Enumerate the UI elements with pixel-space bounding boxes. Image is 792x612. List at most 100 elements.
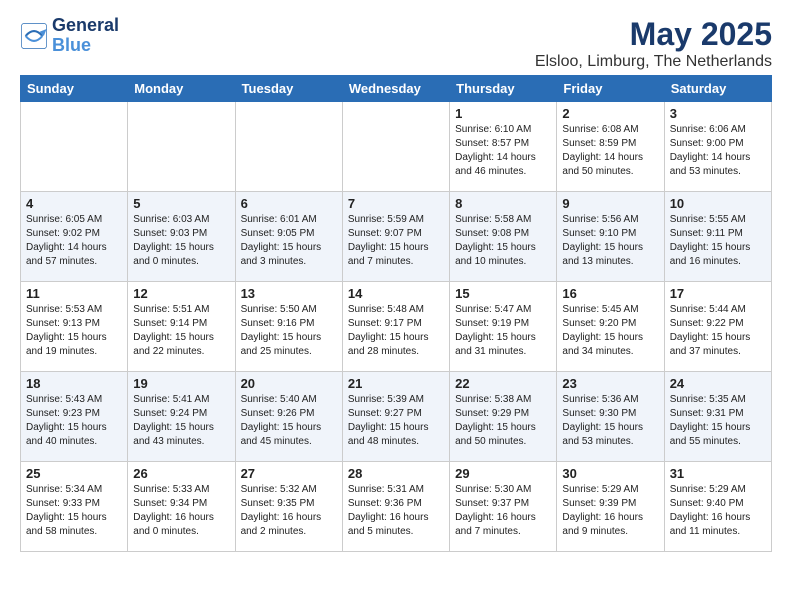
day-number: 12 xyxy=(133,286,229,301)
calendar-cell: 27Sunrise: 5:32 AMSunset: 9:35 PMDayligh… xyxy=(235,462,342,552)
title-area: May 2025 Elsloo, Limburg, The Netherland… xyxy=(535,16,772,71)
day-info: Sunrise: 5:36 AMSunset: 9:30 PMDaylight:… xyxy=(562,393,658,449)
calendar-cell: 29Sunrise: 5:30 AMSunset: 9:37 PMDayligh… xyxy=(450,462,557,552)
day-number: 5 xyxy=(133,196,229,211)
day-number: 26 xyxy=(133,466,229,481)
day-info: Sunrise: 5:39 AMSunset: 9:27 PMDaylight:… xyxy=(348,393,444,449)
calendar-cell: 17Sunrise: 5:44 AMSunset: 9:22 PMDayligh… xyxy=(664,282,771,372)
week-row-5: 25Sunrise: 5:34 AMSunset: 9:33 PMDayligh… xyxy=(21,462,772,552)
day-info: Sunrise: 6:03 AMSunset: 9:03 PMDaylight:… xyxy=(133,213,229,269)
calendar-cell: 21 Sunrise: 5:39 AMSunset: 9:27 PMDayligh… xyxy=(342,372,449,462)
calendar-cell: 26Sunrise: 5:33 AMSunset: 9:34 PMDayligh… xyxy=(128,462,235,552)
day-number: 25 xyxy=(26,466,122,481)
calendar-cell: 3 Sunrise: 6:06 AMSunset: 9:00 PMDaylight… xyxy=(664,102,771,192)
day-number: 28 xyxy=(348,466,444,481)
calendar-cell: 25Sunrise: 5:34 AMSunset: 9:33 PMDayligh… xyxy=(21,462,128,552)
day-number: 22 xyxy=(455,376,551,391)
calendar-cell xyxy=(128,102,235,192)
calendar-cell: 30 Sunrise: 5:29 AMSunset: 9:39 PMDayligh… xyxy=(557,462,664,552)
week-row-2: 4Sunrise: 6:05 AMSunset: 9:02 PMDaylight… xyxy=(21,192,772,282)
weekday-header-row: SundayMondayTuesdayWednesdayThursdayFrid… xyxy=(21,76,772,102)
week-row-4: 18 Sunrise: 5:43 AMSunset: 9:23 PMDayligh… xyxy=(21,372,772,462)
day-info: Sunrise: 6:01 AMSunset: 9:05 PMDaylight:… xyxy=(241,213,337,269)
weekday-header-wednesday: Wednesday xyxy=(342,76,449,102)
calendar-cell: 14Sunrise: 5:48 AMSunset: 9:17 PMDayligh… xyxy=(342,282,449,372)
logo-icon xyxy=(20,22,48,50)
location-title: Elsloo, Limburg, The Netherlands xyxy=(535,53,772,71)
day-info: Sunrise: 5:43 AMSunset: 9:23 PMDaylight:… xyxy=(26,393,122,449)
calendar-cell: 16Sunrise: 5:45 AMSunset: 9:20 PMDayligh… xyxy=(557,282,664,372)
calendar-cell: 22 Sunrise: 5:38 AMSunset: 9:29 PMDayligh… xyxy=(450,372,557,462)
calendar-cell: 12Sunrise: 5:51 AMSunset: 9:14 PMDayligh… xyxy=(128,282,235,372)
day-info: Sunrise: 5:47 AMSunset: 9:19 PMDaylight:… xyxy=(455,303,551,359)
day-number: 9 xyxy=(562,196,658,211)
day-number: 23 xyxy=(562,376,658,391)
weekday-header-sunday: Sunday xyxy=(21,76,128,102)
day-number: 14 xyxy=(348,286,444,301)
day-number: 18 xyxy=(26,376,122,391)
calendar-cell: 11 Sunrise: 5:53 AMSunset: 9:13 PMDayligh… xyxy=(21,282,128,372)
header: General Blue May 2025 Elsloo, Limburg, T… xyxy=(20,16,772,71)
weekday-header-friday: Friday xyxy=(557,76,664,102)
weekday-header-monday: Monday xyxy=(128,76,235,102)
calendar-cell: 15 Sunrise: 5:47 AMSunset: 9:19 PMDayligh… xyxy=(450,282,557,372)
day-info: Sunrise: 5:44 AMSunset: 9:22 PMDaylight:… xyxy=(670,303,766,359)
day-number: 2 xyxy=(562,106,658,121)
calendar-cell: 9 Sunrise: 5:56 AMSunset: 9:10 PMDaylight… xyxy=(557,192,664,282)
calendar-cell: 1 Sunrise: 6:10 AMSunset: 8:57 PMDaylight… xyxy=(450,102,557,192)
day-number: 15 xyxy=(455,286,551,301)
day-number: 19 xyxy=(133,376,229,391)
calendar-cell: 5 Sunrise: 6:03 AMSunset: 9:03 PMDaylight… xyxy=(128,192,235,282)
day-number: 8 xyxy=(455,196,551,211)
calendar-cell: 24 Sunrise: 5:35 AMSunset: 9:31 PMDayligh… xyxy=(664,372,771,462)
calendar-cell: 8 Sunrise: 5:58 AMSunset: 9:08 PMDaylight… xyxy=(450,192,557,282)
day-info: Sunrise: 5:40 AMSunset: 9:26 PMDaylight:… xyxy=(241,393,337,449)
day-number: 20 xyxy=(241,376,337,391)
day-number: 27 xyxy=(241,466,337,481)
calendar-cell: 23 Sunrise: 5:36 AMSunset: 9:30 PMDayligh… xyxy=(557,372,664,462)
day-number: 11 xyxy=(26,286,122,301)
day-number: 13 xyxy=(241,286,337,301)
calendar: SundayMondayTuesdayWednesdayThursdayFrid… xyxy=(20,75,772,552)
day-number: 1 xyxy=(455,106,551,121)
month-title: May 2025 xyxy=(535,16,772,53)
day-info: Sunrise: 5:29 AMSunset: 9:39 PMDaylight:… xyxy=(562,483,658,539)
day-info: Sunrise: 6:05 AMSunset: 9:02 PMDaylight:… xyxy=(26,213,122,269)
day-info: Sunrise: 5:58 AMSunset: 9:08 PMDaylight:… xyxy=(455,213,551,269)
day-number: 24 xyxy=(670,376,766,391)
calendar-cell: 10 Sunrise: 5:55 AMSunset: 9:11 PMDayligh… xyxy=(664,192,771,282)
week-row-1: 1 Sunrise: 6:10 AMSunset: 8:57 PMDaylight… xyxy=(21,102,772,192)
day-number: 31 xyxy=(670,466,766,481)
calendar-cell: 20 Sunrise: 5:40 AMSunset: 9:26 PMDayligh… xyxy=(235,372,342,462)
calendar-cell: 13 Sunrise: 5:50 AMSunset: 9:16 PMDayligh… xyxy=(235,282,342,372)
day-number: 10 xyxy=(670,196,766,211)
calendar-cell: 18 Sunrise: 5:43 AMSunset: 9:23 PMDayligh… xyxy=(21,372,128,462)
day-number: 7 xyxy=(348,196,444,211)
logo-text: General Blue xyxy=(52,16,119,56)
day-number: 30 xyxy=(562,466,658,481)
day-info: Sunrise: 5:53 AMSunset: 9:13 PMDaylight:… xyxy=(26,303,122,359)
day-info: Sunrise: 5:41 AMSunset: 9:24 PMDaylight:… xyxy=(133,393,229,449)
day-number: 21 xyxy=(348,376,444,391)
weekday-header-tuesday: Tuesday xyxy=(235,76,342,102)
logo: General Blue xyxy=(20,16,119,56)
day-number: 6 xyxy=(241,196,337,211)
day-info: Sunrise: 5:56 AMSunset: 9:10 PMDaylight:… xyxy=(562,213,658,269)
day-info: Sunrise: 5:29 AMSunset: 9:40 PMDaylight:… xyxy=(670,483,766,539)
calendar-cell xyxy=(235,102,342,192)
day-info: Sunrise: 5:50 AMSunset: 9:16 PMDaylight:… xyxy=(241,303,337,359)
day-info: Sunrise: 5:35 AMSunset: 9:31 PMDaylight:… xyxy=(670,393,766,449)
week-row-3: 11 Sunrise: 5:53 AMSunset: 9:13 PMDayligh… xyxy=(21,282,772,372)
day-number: 29 xyxy=(455,466,551,481)
weekday-header-saturday: Saturday xyxy=(664,76,771,102)
day-number: 16 xyxy=(562,286,658,301)
day-number: 3 xyxy=(670,106,766,121)
day-info: Sunrise: 5:55 AMSunset: 9:11 PMDaylight:… xyxy=(670,213,766,269)
calendar-cell: 19 Sunrise: 5:41 AMSunset: 9:24 PMDayligh… xyxy=(128,372,235,462)
calendar-cell: 28Sunrise: 5:31 AMSunset: 9:36 PMDayligh… xyxy=(342,462,449,552)
calendar-cell: 7 Sunrise: 5:59 AMSunset: 9:07 PMDaylight… xyxy=(342,192,449,282)
day-info: Sunrise: 6:06 AMSunset: 9:00 PMDaylight:… xyxy=(670,123,766,179)
day-info: Sunrise: 5:38 AMSunset: 9:29 PMDaylight:… xyxy=(455,393,551,449)
day-info: Sunrise: 5:59 AMSunset: 9:07 PMDaylight:… xyxy=(348,213,444,269)
day-info: Sunrise: 6:10 AMSunset: 8:57 PMDaylight:… xyxy=(455,123,551,179)
